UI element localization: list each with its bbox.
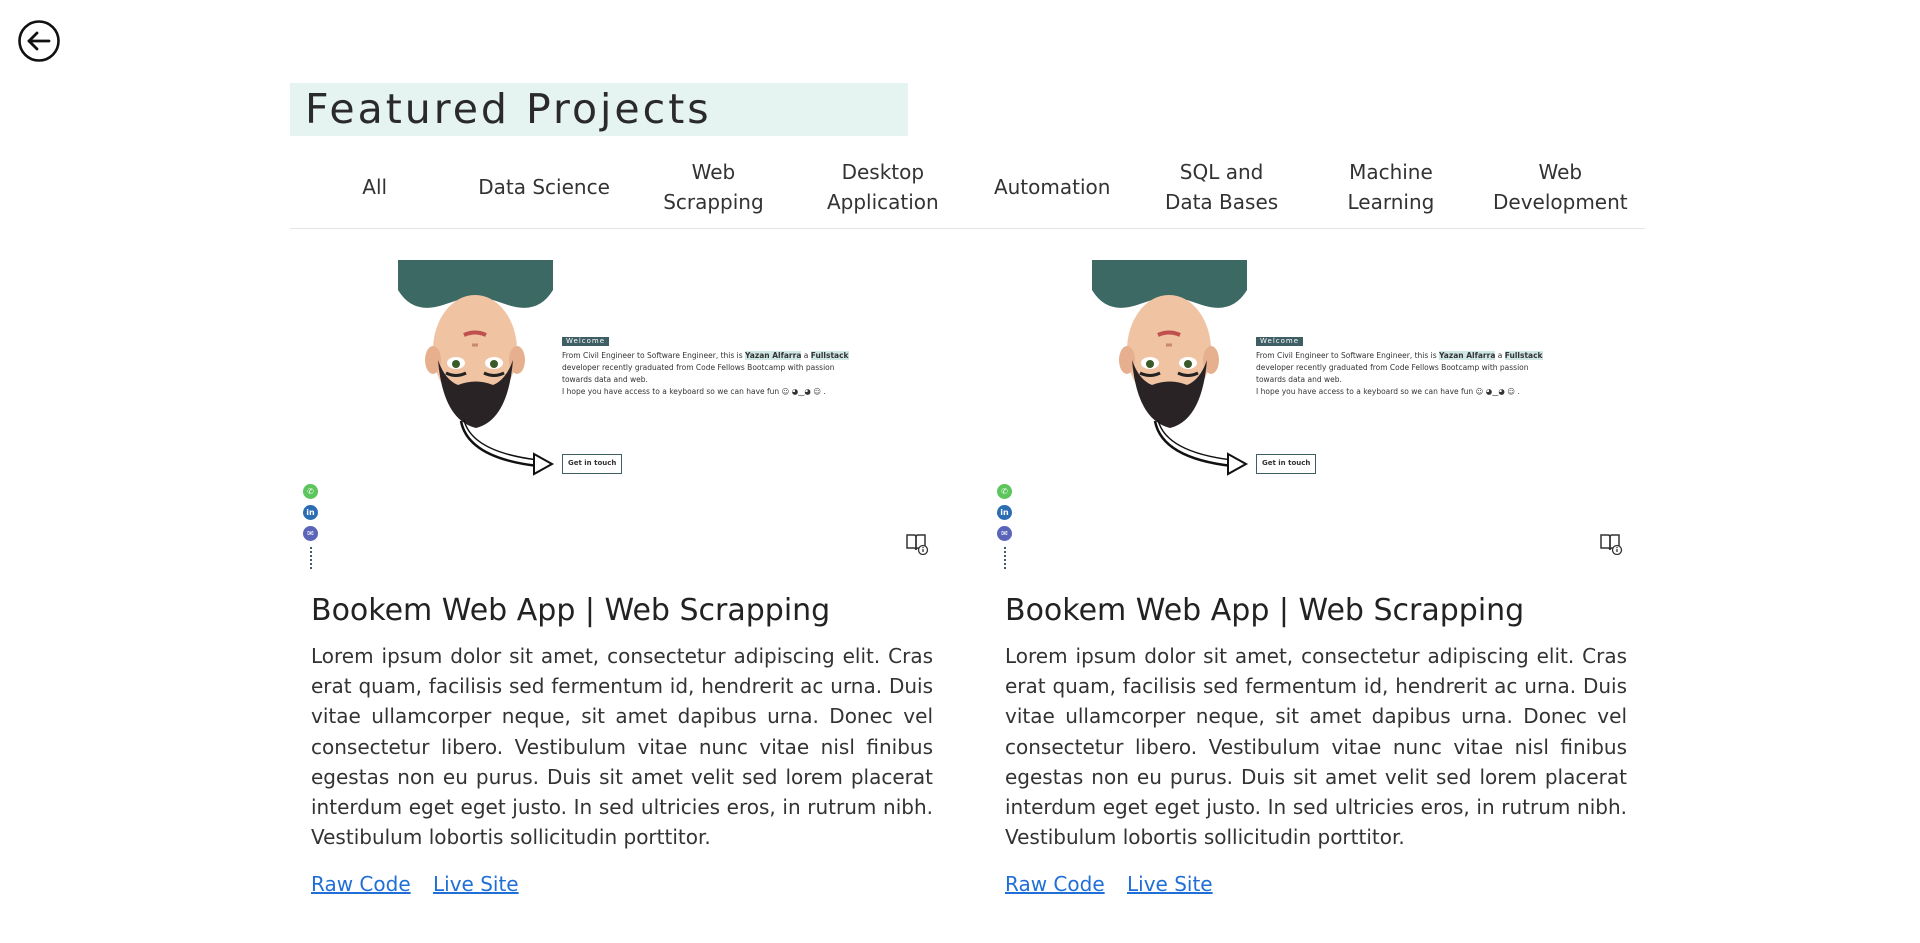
arrow-illustration bbox=[459, 419, 555, 476]
name-highlight: Yazan Alfarra bbox=[1439, 351, 1496, 360]
email-icon: ✉ bbox=[303, 526, 318, 541]
filter-web-development[interactable]: Web Development bbox=[1476, 152, 1645, 222]
role-highlight: Fullstack bbox=[1504, 351, 1543, 360]
arrow-left-circle-icon bbox=[18, 20, 60, 62]
book-info-icon bbox=[906, 534, 929, 555]
role-highlight: Fullstack bbox=[810, 351, 849, 360]
project-card: Welcome From Civil Engineer to Software … bbox=[995, 258, 1633, 896]
arrow-illustration bbox=[1153, 419, 1249, 476]
keyboard-line: I hope you have access to a keyboard so … bbox=[1256, 387, 1520, 396]
intro-text-end: developer recently graduated from Code F… bbox=[1256, 363, 1529, 384]
get-in-touch-button: Get in touch bbox=[562, 454, 623, 474]
project-description: Lorem ipsum dolor sit amet, consectetur … bbox=[1005, 644, 1627, 850]
avatar-illustration bbox=[398, 260, 553, 428]
project-links: Raw Code Live Site bbox=[311, 872, 939, 896]
dotted-line bbox=[310, 547, 312, 569]
intro-text: From Civil Engineer to Software Engineer… bbox=[562, 351, 746, 360]
email-icon: ✉ bbox=[997, 526, 1012, 541]
whatsapp-icon: ✆ bbox=[997, 484, 1012, 499]
get-in-touch-button: Get in touch bbox=[1256, 454, 1317, 474]
project-card: Welcome From Civil Engineer to Software … bbox=[301, 258, 939, 896]
page-title: Featured Projects bbox=[305, 85, 712, 133]
project-title: Bookem Web App | Web Scrapping bbox=[311, 593, 831, 628]
filter-all[interactable]: All bbox=[290, 152, 459, 222]
project-thumbnail[interactable]: Welcome From Civil Engineer to Software … bbox=[995, 258, 1633, 573]
live-site-link[interactable]: Live Site bbox=[1127, 872, 1213, 896]
avatar-illustration bbox=[1092, 260, 1247, 428]
intro-connector: a bbox=[1495, 351, 1505, 360]
filter-automation[interactable]: Automation bbox=[968, 152, 1137, 222]
keyboard-line: I hope you have access to a keyboard so … bbox=[562, 387, 826, 396]
intro-connector: a bbox=[801, 351, 811, 360]
welcome-tag: Welcome bbox=[562, 337, 610, 346]
linkedin-icon: in bbox=[303, 505, 318, 520]
book-info-icon bbox=[1600, 534, 1623, 555]
intro-paragraph: From Civil Engineer to Software Engineer… bbox=[562, 350, 862, 386]
project-title: Bookem Web App | Web Scrapping bbox=[1005, 593, 1525, 628]
filter-desktop-application[interactable]: Desktop Application bbox=[798, 152, 967, 222]
social-links: ✆ in ✉ bbox=[997, 484, 1015, 569]
filter-machine-learning[interactable]: Machine Learning bbox=[1306, 152, 1475, 222]
welcome-text-block: Welcome From Civil Engineer to Software … bbox=[1256, 335, 1556, 398]
intro-paragraph: From Civil Engineer to Software Engineer… bbox=[1256, 350, 1556, 386]
filter-sql-and-data-bases[interactable]: SQL and Data Bases bbox=[1137, 152, 1306, 222]
category-filter-bar: All Data Science Web Scrapping Desktop A… bbox=[290, 152, 1645, 229]
page-title-banner: Featured Projects bbox=[290, 83, 908, 136]
intro-text: From Civil Engineer to Software Engineer… bbox=[1256, 351, 1440, 360]
social-links: ✆ in ✉ bbox=[303, 484, 321, 569]
linkedin-icon: in bbox=[997, 505, 1012, 520]
welcome-text-block: Welcome From Civil Engineer to Software … bbox=[562, 335, 862, 398]
whatsapp-icon: ✆ bbox=[303, 484, 318, 499]
welcome-tag: Welcome bbox=[1256, 337, 1304, 346]
filter-web-scrapping[interactable]: Web Scrapping bbox=[629, 152, 798, 222]
name-highlight: Yazan Alfarra bbox=[745, 351, 802, 360]
project-description: Lorem ipsum dolor sit amet, consectetur … bbox=[311, 644, 933, 850]
project-links: Raw Code Live Site bbox=[1005, 872, 1633, 896]
back-button[interactable] bbox=[18, 20, 60, 62]
raw-code-link[interactable]: Raw Code bbox=[311, 872, 411, 896]
filter-data-science[interactable]: Data Science bbox=[459, 152, 628, 222]
raw-code-link[interactable]: Raw Code bbox=[1005, 872, 1105, 896]
project-thumbnail[interactable]: Welcome From Civil Engineer to Software … bbox=[301, 258, 939, 573]
dotted-line bbox=[1004, 547, 1006, 569]
live-site-link[interactable]: Live Site bbox=[433, 872, 519, 896]
intro-text-end: developer recently graduated from Code F… bbox=[562, 363, 835, 384]
